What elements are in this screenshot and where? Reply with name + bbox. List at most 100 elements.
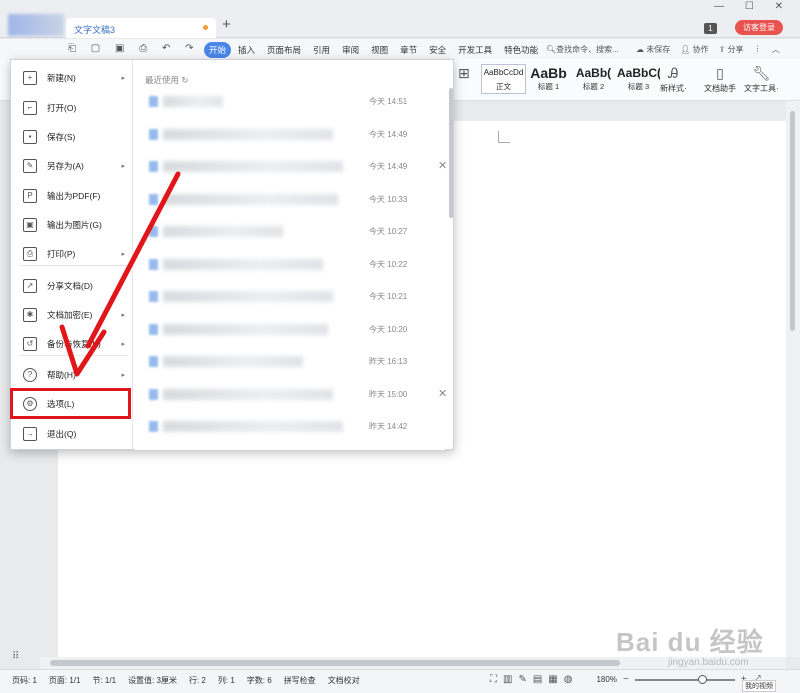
unsaved-button[interactable]: ☁ 未保存 [636, 44, 670, 55]
menu-tab[interactable]: 章节 [395, 42, 422, 58]
app-grid-icon[interactable]: ⠿ [12, 651, 19, 662]
blurred-file-name [163, 388, 333, 400]
menu-tab[interactable]: 页面布局 [262, 42, 306, 58]
style-item[interactable]: AaBbC(标题 3 [616, 64, 661, 94]
watch-video-button[interactable]: 我的视频 [742, 680, 776, 692]
unsaved-dot-icon [203, 25, 208, 30]
close-icon[interactable]: ✕ [438, 159, 447, 172]
menu-tab[interactable]: 审阅 [337, 42, 364, 58]
recent-file-row[interactable]: 昨天 15:00 ✕ [147, 385, 447, 405]
recent-file-row[interactable]: 今天 10:21 [147, 287, 447, 307]
file-menu-item[interactable]: ↗ 分享文档(D) [11, 271, 133, 300]
menu-tab[interactable]: 开发工具 [453, 42, 497, 58]
recent-file-row[interactable]: 今天 10:22 [147, 255, 447, 275]
view-controls: ⛶ ▥ ✎ ▤ ▦ ◍ 180% − + ⤢ [490, 674, 761, 685]
unsaved-label: 未保存 [646, 45, 671, 54]
style-item[interactable]: AaBbCcDd 正文 [481, 64, 526, 94]
style-sample: AaBb [530, 65, 567, 81]
file-menu-item-label: 输出为图片(G) [47, 219, 102, 230]
refresh-icon[interactable]: ↻ [181, 75, 188, 85]
menu-tab[interactable]: 安全 [424, 42, 451, 58]
recent-scrollbar[interactable] [449, 88, 453, 218]
more-icon[interactable]: ⋮ [754, 44, 762, 55]
blurred-file-name [163, 96, 223, 107]
visitor-login-button[interactable]: 访客登录 [735, 20, 783, 35]
menu-tab[interactable]: 视图 [366, 42, 393, 58]
style-item[interactable]: AaBb 标题 1 [526, 64, 571, 94]
file-menu-item[interactable]: ⌐ 打开(O) [11, 93, 133, 122]
collapse-ribbon-icon[interactable]: ︿ [772, 44, 780, 55]
status-item[interactable]: 文档校对 [328, 675, 360, 686]
file-menu-item-label: 打印(P) [47, 248, 76, 259]
file-menu-item[interactable]: ✱ 文档加密(E) ▸ [11, 300, 133, 329]
recent-file-time: 今天 14:51 [369, 97, 408, 106]
recent-file-row[interactable]: 今天 14:49 [147, 125, 447, 145]
zoom-out-button[interactable]: − [623, 674, 629, 685]
file-menu-item-label: 输出为PDF(F) [47, 190, 101, 201]
status-item: 行: 2 [188, 676, 206, 685]
recent-file-row[interactable]: 今天 14:51 [147, 92, 447, 112]
document-tab[interactable]: 文字文稿3 [66, 18, 216, 38]
recent-file-row[interactable]: 今天 14:49 ✕ [147, 157, 447, 177]
style-item[interactable]: AaBb(标题 2 [571, 64, 616, 94]
recent-file-row[interactable]: 昨天 16:13 [147, 352, 447, 372]
doc-file-icon [149, 258, 158, 270]
file-menu-item[interactable]: ↺ 备份与恢复(K) ▸ [11, 329, 133, 358]
recent-file-row[interactable]: 今天 10:27 [147, 222, 447, 242]
share-button[interactable]: ⇪ 分享 [719, 44, 744, 55]
edit-mode-icon[interactable]: ✎ [518, 674, 526, 685]
doc-file-icon [149, 96, 158, 107]
quick-access-icons[interactable]: ⎗ ▢ ▣ ⎙ ↶ ↷ ▾ [68, 43, 219, 54]
read-mode-icon[interactable]: ▥ [503, 674, 512, 685]
file-menu-item[interactable]: → 退出(Q) [11, 419, 133, 448]
app-logo[interactable] [8, 14, 64, 36]
new-doc-icon: + [23, 70, 37, 85]
menu-tab[interactable]: 开始 [204, 42, 232, 58]
file-menu-item[interactable]: ✎ 另存为(A) ▸ [11, 151, 133, 180]
page-badge[interactable]: 1 [704, 23, 717, 34]
file-menu-item[interactable]: ▪ 保存(S) [11, 122, 133, 151]
outline-view-icon[interactable]: ▦ [548, 674, 557, 685]
vertical-scrollbar[interactable] [786, 101, 800, 657]
file-menu-item[interactable]: ? 帮助(H) ▸ [11, 360, 133, 389]
file-menu-item[interactable]: + 新建(N) ▸ [11, 63, 133, 92]
file-menu-item[interactable]: ▣ 输出为图片(G) [11, 210, 133, 239]
new-style-button[interactable]: Ꭿ 新样式· [660, 65, 687, 94]
doc-file-icon [149, 388, 158, 400]
menu-tab[interactable]: 特色功能 [499, 42, 543, 58]
web-view-icon[interactable]: ◍ [564, 674, 573, 685]
text-tools-button[interactable]: 🔧︎ 文字工具· [744, 65, 779, 94]
help-icon: ? [23, 367, 37, 382]
style-sample: AaBbC( [617, 66, 660, 80]
page-view-icon[interactable]: ▤ [533, 674, 542, 685]
recent-file-time: 昨天 16:13 [369, 357, 408, 366]
new-tab-button[interactable]: + [222, 16, 231, 33]
ribbon-grid-tool[interactable]: ⊞ [458, 65, 470, 83]
status-item[interactable]: 拼写检查 [284, 675, 316, 686]
window-controls[interactable]: — ☐ ✕ [714, 1, 792, 12]
menu-tab[interactable]: 引用 [308, 42, 335, 58]
file-menu-item[interactable]: P 输出为PDF(F) [11, 181, 133, 210]
submenu-arrow-icon: ▸ [121, 311, 125, 319]
search-command-button[interactable]: 🔍︎查找命令、搜索... [546, 44, 619, 55]
horizontal-scroll-thumb[interactable] [50, 660, 620, 666]
doc-helper-icon: ▯ [716, 65, 724, 81]
doc-helper-button[interactable]: ▯ 文档助手 [704, 65, 736, 94]
recent-file-row[interactable]: 今天 10:20 [147, 320, 447, 340]
blurred-file-name [163, 161, 343, 172]
close-icon[interactable]: ✕ [438, 387, 447, 400]
zoom-slider[interactable] [634, 674, 735, 684]
collaborate-button[interactable]: 👤︎ 协作 [680, 44, 708, 55]
recent-file-row[interactable]: 今天 10:33 [147, 190, 447, 210]
doc-file-icon [149, 161, 158, 172]
recent-file-time: 今天 10:22 [369, 259, 408, 269]
menu-tab[interactable]: 插入 [233, 42, 260, 58]
file-menu-item[interactable]: ⎙ 打印(P) ▸ [11, 239, 133, 268]
fullscreen-icon[interactable]: ⛶ [490, 674, 497, 685]
vertical-scroll-thumb[interactable] [790, 111, 795, 331]
zoom-level[interactable]: 180% [596, 675, 616, 684]
style-name: 标题 2 [582, 82, 605, 91]
submenu-arrow-icon: ▸ [121, 340, 125, 348]
share-icon: ↗ [23, 278, 37, 293]
zoom-slider-thumb[interactable] [697, 674, 707, 684]
